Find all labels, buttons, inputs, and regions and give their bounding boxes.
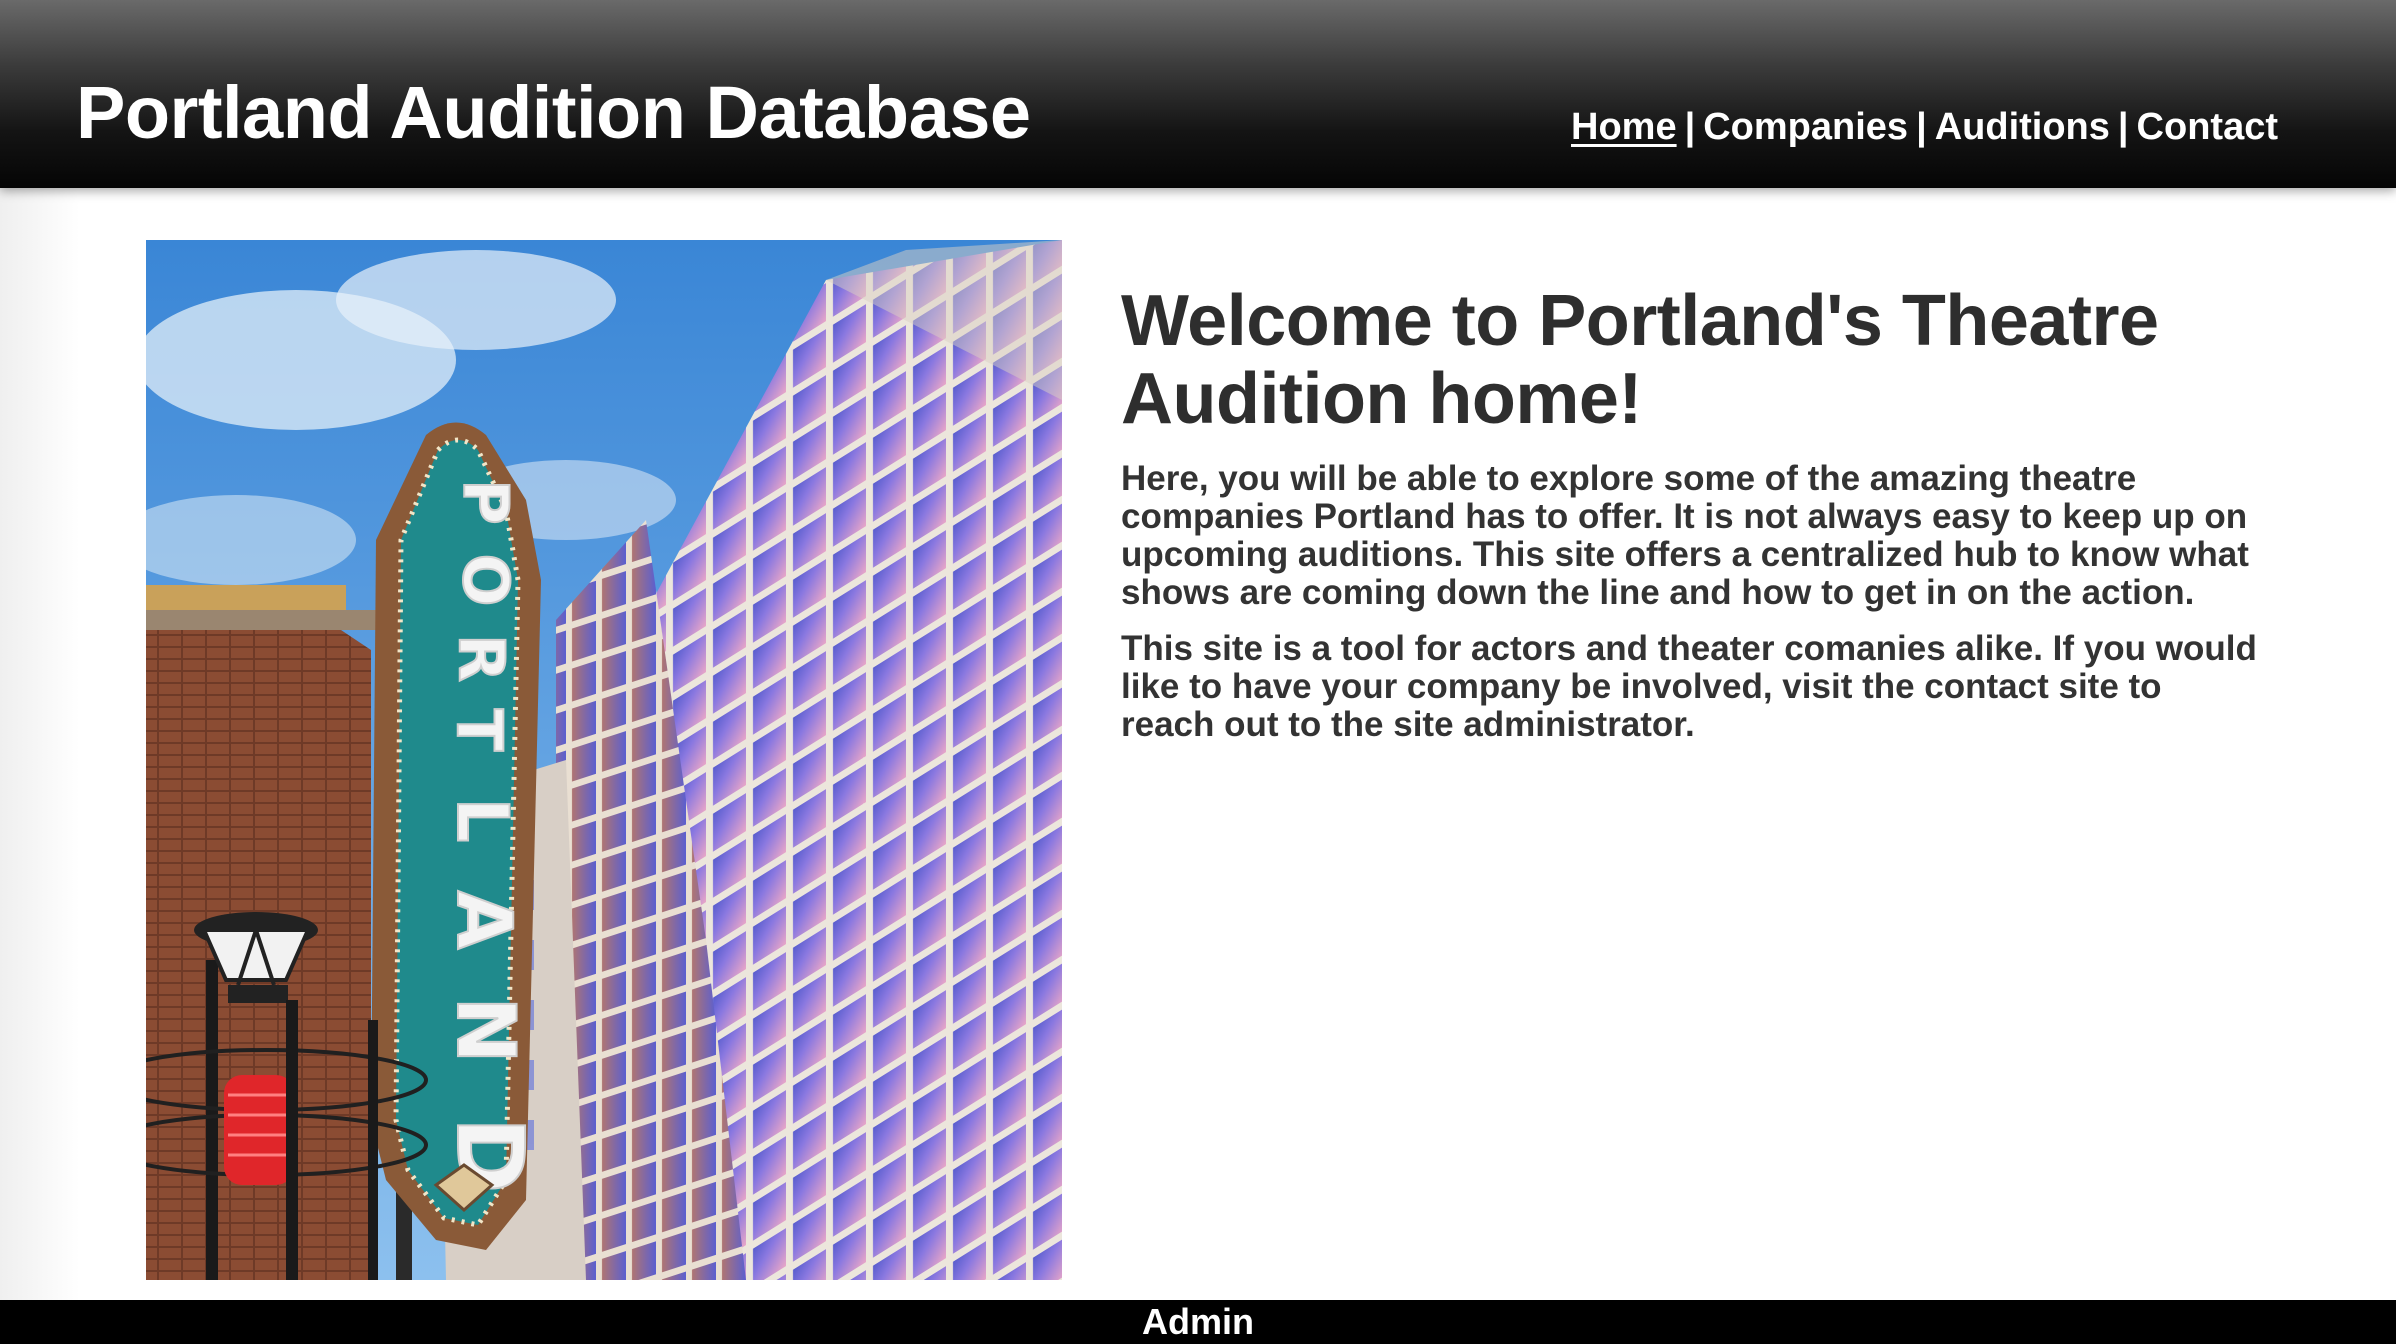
svg-text:R: R	[445, 634, 518, 682]
svg-text:L: L	[441, 798, 523, 843]
nav-separator: |	[1684, 106, 1696, 148]
nav-separator: |	[2117, 106, 2129, 148]
nav-companies-link[interactable]: Companies	[1703, 106, 1908, 148]
side-shade	[0, 188, 80, 1300]
admin-link[interactable]: Admin	[1142, 1301, 1254, 1342]
welcome-content: Welcome to Portland's Theatre Audition h…	[1121, 282, 2261, 762]
hero-image-portland-sign: P O R T L A N D	[146, 240, 1062, 1280]
hero-illustration: P O R T L A N D	[146, 240, 1062, 1280]
page: Portland Audition Database Home | Companie…	[0, 0, 2396, 1344]
nav-contact-link[interactable]: Contact	[2137, 106, 2278, 148]
svg-text:O: O	[449, 554, 522, 607]
nav-auditions-link[interactable]: Auditions	[1935, 106, 2110, 148]
involvement-paragraph: This site is a tool for actors and theat…	[1121, 629, 2257, 744]
svg-text:N: N	[439, 997, 532, 1064]
svg-text:P: P	[449, 479, 522, 524]
svg-text:T: T	[443, 709, 516, 751]
welcome-heading: Welcome to Portland's Theatre Audition h…	[1121, 281, 2159, 439]
intro-paragraph: Here, you will be able to explore some o…	[1121, 459, 2249, 612]
site-header: Portland Audition Database Home | Companie…	[0, 0, 2396, 188]
nav-separator: |	[1916, 106, 1927, 148]
main-nav: Home | Companies | Auditions | Contact	[1571, 108, 2278, 146]
site-title: Portland Audition Database	[76, 71, 1031, 154]
svg-text:A: A	[440, 891, 529, 950]
nav-home-link[interactable]: Home	[1571, 106, 1677, 148]
site-footer: Admin	[0, 1300, 2396, 1344]
